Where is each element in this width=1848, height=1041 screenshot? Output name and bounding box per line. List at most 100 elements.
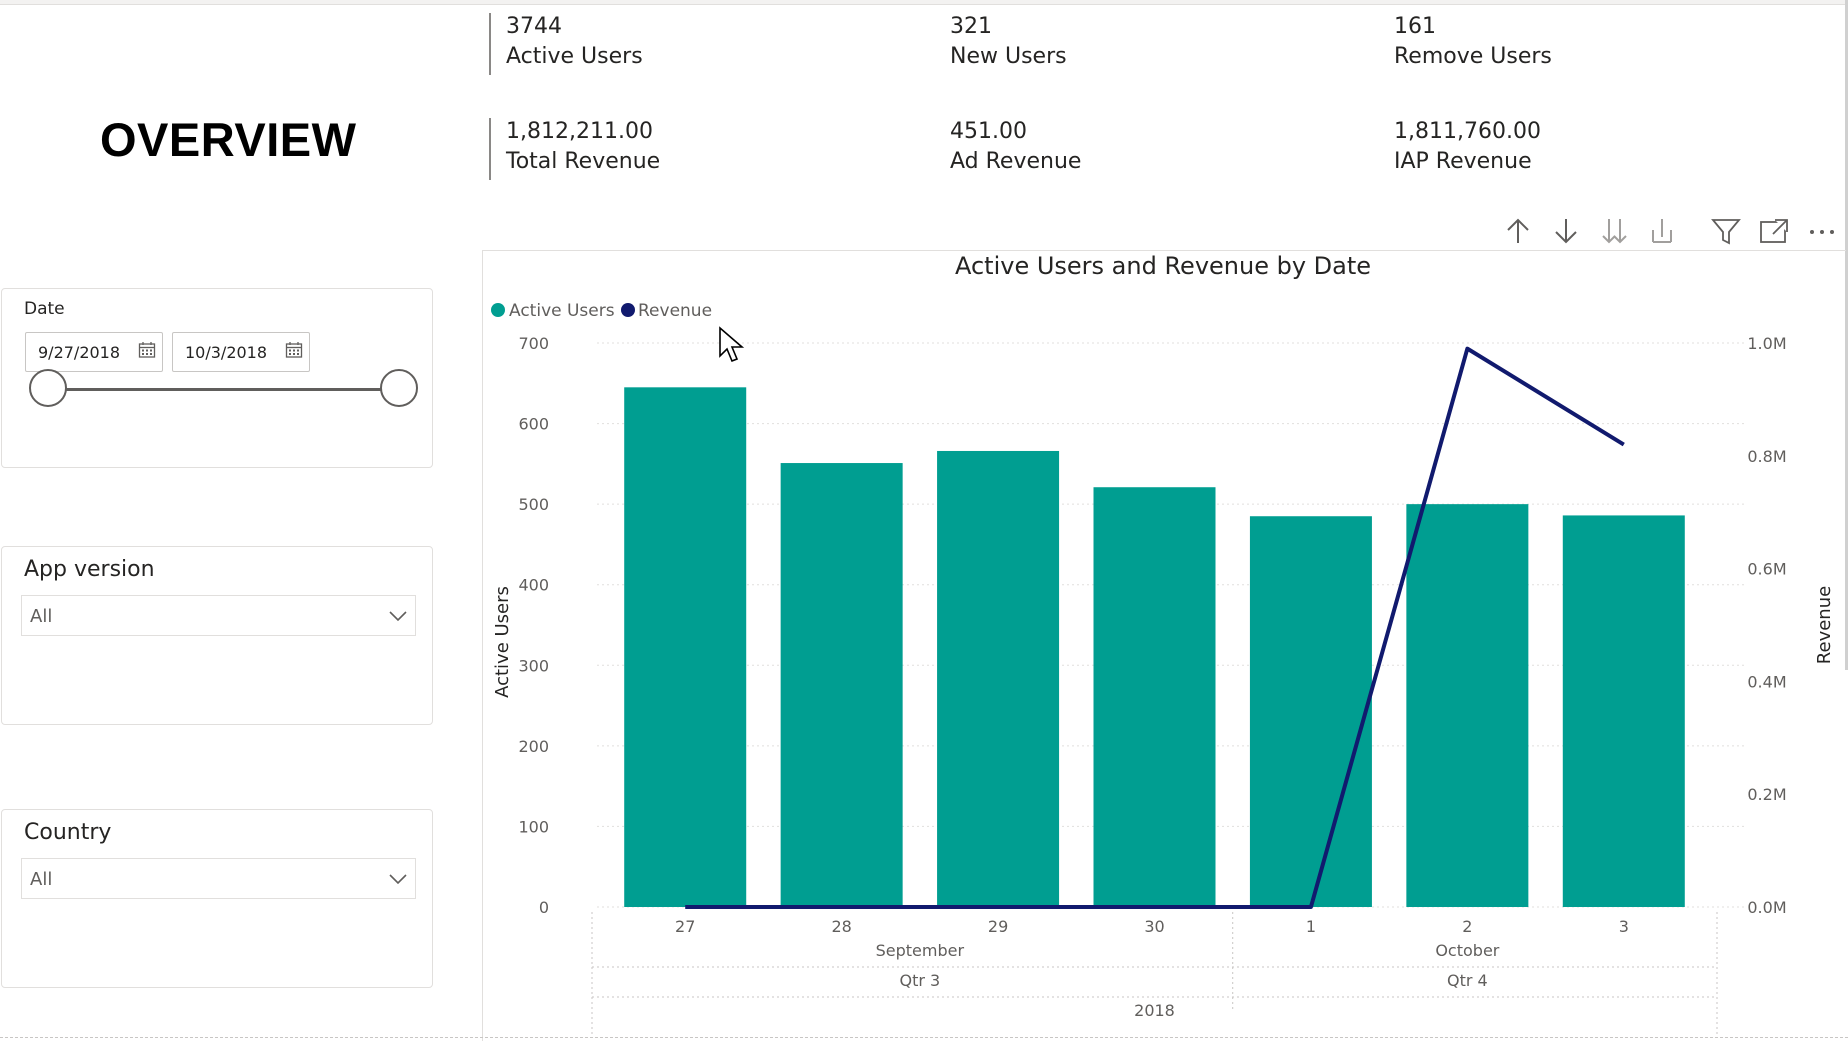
arrow-up-icon[interactable] [1502, 215, 1534, 247]
legend-marker-revenue [621, 303, 635, 317]
page-bottom-border [0, 1037, 1848, 1038]
date-end-input[interactable]: 10/3/2018 [172, 332, 310, 372]
combo-chart[interactable]: Active Users and Revenue by Date Active … [482, 250, 1848, 1037]
x-tick-label: 30 [1144, 917, 1164, 936]
kpi-value: 3744 [506, 13, 643, 41]
x-tick-label: 29 [988, 917, 1008, 936]
date-range-end-handle[interactable] [380, 369, 418, 407]
kpi-value: 321 [950, 13, 1067, 41]
x-month-label: October [1435, 941, 1499, 960]
bar-active-users[interactable] [937, 451, 1059, 907]
bar-active-users[interactable] [1406, 504, 1528, 907]
kpi-value: 451.00 [950, 118, 1081, 146]
kpi-label: Active Users [506, 41, 643, 73]
bar-active-users[interactable] [1563, 515, 1685, 907]
date-range-start-handle[interactable] [29, 369, 67, 407]
kpi-iap-revenue[interactable]: 1,811,760.00 IAP Revenue [1394, 118, 1541, 178]
kpi-row-users: 3744 Active Users 321 New Users 161 Remo… [489, 13, 1829, 77]
chevron-down-icon [387, 868, 409, 890]
bar-series-active-users[interactable] [624, 387, 1685, 907]
x-tick-label: 28 [831, 917, 851, 936]
y-tick-label: 100 [518, 817, 549, 836]
page-title: OVERVIEW [100, 112, 356, 167]
date-slicer: Date 9/27/2018 10/3/2018 [1, 288, 433, 468]
y-axis-ticks: 0 100 200 300 400 500 600 700 [518, 334, 549, 917]
date-start-input[interactable]: 9/27/2018 [25, 332, 163, 372]
app-version-dropdown[interactable]: All [21, 595, 416, 636]
x-month-label: September [876, 941, 965, 960]
kpi-row-revenue: 1,812,211.00 Total Revenue 451.00 Ad Rev… [489, 118, 1829, 182]
x-tick-label: 3 [1619, 917, 1629, 936]
bar-active-users[interactable] [781, 463, 903, 907]
kpi-value: 1,812,211.00 [506, 118, 660, 146]
country-dropdown[interactable]: All [21, 858, 416, 899]
legend-label-active-users: Active Users [509, 301, 615, 321]
y-tick-label: 600 [518, 415, 549, 434]
x-quarter-label: Qtr 3 [899, 971, 940, 990]
y2-tick-label: 0.6M [1747, 560, 1786, 579]
country-slicer: Country All [1, 809, 433, 988]
window-top-border [0, 0, 1848, 5]
x-tick-label: 2 [1462, 917, 1472, 936]
x-quarter-label: Qtr 4 [1447, 971, 1488, 990]
x-tick-label: 1 [1306, 917, 1316, 936]
date-start-value: 9/27/2018 [38, 343, 120, 362]
focus-mode-icon[interactable] [1758, 215, 1790, 247]
kpi-label: Remove Users [1394, 41, 1552, 73]
calendar-icon[interactable] [138, 341, 156, 359]
bar-active-users[interactable] [1094, 487, 1216, 907]
y2-tick-label: 1.0M [1747, 334, 1786, 353]
y-axis-title: Active Users [492, 586, 513, 698]
y-tick-label: 300 [518, 656, 549, 675]
kpi-value: 1,811,760.00 [1394, 118, 1541, 146]
legend-label-revenue: Revenue [638, 301, 712, 321]
dropdown-value: All [30, 606, 52, 627]
y-tick-label: 700 [518, 334, 549, 353]
kpi-label: New Users [950, 41, 1067, 73]
y-tick-label: 0 [539, 898, 549, 917]
date-range-track[interactable] [46, 388, 398, 391]
slicer-title: App version [24, 557, 155, 582]
legend-marker-active-users [491, 303, 505, 317]
kpi-total-revenue[interactable]: 1,812,211.00 Total Revenue [506, 118, 660, 178]
y2-tick-label: 0.8M [1747, 447, 1786, 466]
y2-tick-label: 0.0M [1747, 898, 1786, 917]
kpi-remove-users[interactable]: 161 Remove Users [1394, 13, 1552, 73]
kpi-label: Ad Revenue [950, 146, 1081, 178]
y2-axis-title: Revenue [1814, 586, 1835, 664]
filter-icon[interactable] [1710, 215, 1742, 247]
more-options-icon[interactable] [1806, 215, 1838, 247]
kpi-divider [489, 13, 491, 75]
chart-title: Active Users and Revenue by Date [955, 252, 1371, 280]
drill-down-all-icon[interactable] [1598, 215, 1630, 247]
kpi-active-users[interactable]: 3744 Active Users [506, 13, 643, 73]
slicer-title: Date [24, 299, 65, 319]
app-version-slicer: App version All [1, 546, 433, 725]
calendar-icon[interactable] [285, 341, 303, 359]
x-year-label: 2018 [1134, 1001, 1175, 1020]
y2-tick-label: 0.2M [1747, 785, 1786, 804]
y-tick-label: 500 [518, 495, 549, 514]
slicer-title: Country [24, 820, 111, 845]
date-end-value: 10/3/2018 [185, 343, 267, 362]
kpi-value: 161 [1394, 13, 1552, 41]
chart-legend[interactable]: Active Users Revenue [491, 301, 712, 321]
y-tick-label: 400 [518, 576, 549, 595]
kpi-new-users[interactable]: 321 New Users [950, 13, 1067, 73]
bar-active-users[interactable] [624, 387, 746, 907]
chevron-down-icon [387, 605, 409, 627]
y2-axis-ticks: 0.0M 0.2M 0.4M 0.6M 0.8M 1.0M [1747, 334, 1786, 917]
x-axis-hierarchy: 27 28 29 30 1 2 3 September October Qtr 3 Qtr 4 201… [592, 912, 1717, 1037]
dropdown-value: All [30, 869, 52, 890]
mouse-cursor-icon [718, 326, 746, 364]
y2-tick-label: 0.4M [1747, 672, 1786, 691]
kpi-label: Total Revenue [506, 146, 660, 178]
kpi-label: IAP Revenue [1394, 146, 1541, 178]
y-tick-label: 200 [518, 737, 549, 756]
kpi-ad-revenue[interactable]: 451.00 Ad Revenue [950, 118, 1081, 178]
arrow-down-icon[interactable] [1550, 215, 1582, 247]
bar-active-users[interactable] [1250, 516, 1372, 907]
x-tick-label: 27 [675, 917, 695, 936]
expand-hierarchy-icon[interactable] [1646, 215, 1678, 247]
kpi-divider [489, 118, 491, 180]
